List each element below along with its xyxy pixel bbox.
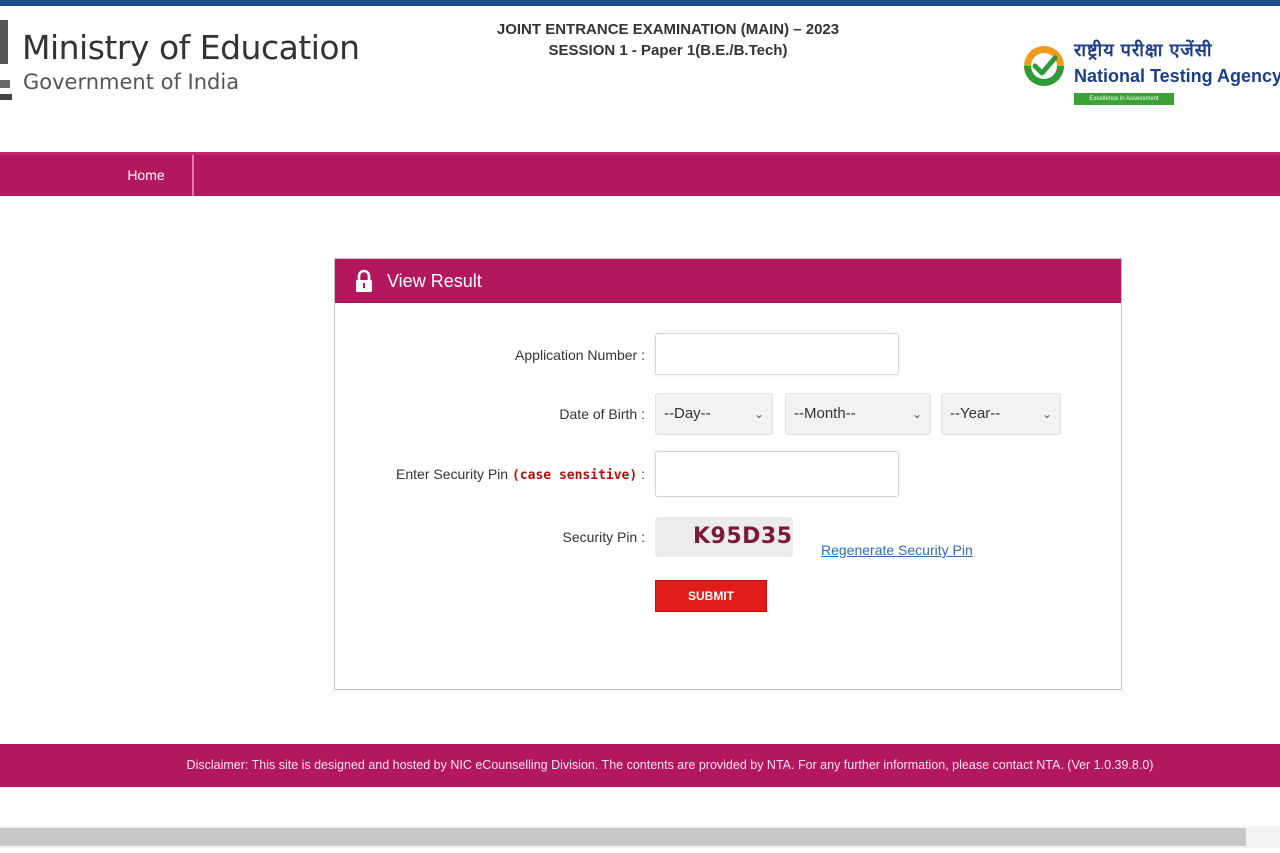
chevron-down-icon: ⌄ xyxy=(753,407,764,421)
nav-home-link[interactable]: Home xyxy=(100,155,194,196)
chevron-down-icon: ⌄ xyxy=(911,407,922,421)
horizontal-scrollbar[interactable] xyxy=(0,826,1280,848)
ministry-title: Ministry of Education xyxy=(22,28,360,67)
application-number-label: Application Number : xyxy=(515,347,645,363)
view-result-panel: View Result Application Number : Date of… xyxy=(334,258,1122,690)
captcha-image: K95D35 xyxy=(655,517,793,557)
security-pin-label: Security Pin : xyxy=(562,529,645,545)
dob-day-value: --Day-- xyxy=(664,405,711,422)
dob-year-select[interactable]: --Year-- ⌄ xyxy=(941,393,1061,435)
dob-year-value: --Year-- xyxy=(950,405,1001,422)
exam-title-line1: JOINT ENTRANCE EXAMINATION (MAIN) – 2023 xyxy=(496,21,840,38)
lock-icon xyxy=(356,269,372,292)
captcha-text: K95D35 xyxy=(693,524,793,549)
agency-name: National Testing Agency xyxy=(1074,66,1280,86)
national-emblem-icon xyxy=(0,20,12,100)
application-number-input[interactable] xyxy=(655,333,899,375)
nta-check-logo-icon xyxy=(1024,46,1064,86)
dob-day-select[interactable]: --Day-- ⌄ xyxy=(655,393,773,435)
exam-title-line2: SESSION 1 - Paper 1(B.E./B.Tech) xyxy=(548,42,788,59)
site-header: Ministry of Education Government of Indi… xyxy=(0,6,1280,152)
regenerate-security-pin-link[interactable]: Regenerate Security Pin xyxy=(821,542,973,558)
enter-pin-text: Enter Security Pin xyxy=(396,466,509,482)
ministry-subtitle: Government of India xyxy=(23,70,240,94)
enter-pin-colon: : xyxy=(641,466,645,482)
agency-name-hindi: राष्ट्रीय परीक्षा एजेंसी xyxy=(1074,40,1213,60)
enter-security-pin-label: Enter Security Pin (case sensitive) : xyxy=(396,466,645,483)
dob-label: Date of Birth : xyxy=(559,406,645,422)
dob-month-select[interactable]: --Month-- ⌄ xyxy=(785,393,931,435)
site-footer: Disclaimer: This site is designed and ho… xyxy=(0,744,1280,787)
panel-header: View Result xyxy=(335,259,1121,303)
agency-tagline: Excellence in Assessment xyxy=(1074,93,1174,105)
panel-title: View Result xyxy=(387,271,482,291)
footer-disclaimer: Disclaimer: This site is designed and ho… xyxy=(186,758,1154,772)
main-nav: Home xyxy=(0,152,1280,196)
dob-month-value: --Month-- xyxy=(794,405,856,422)
submit-button[interactable]: SUBMIT xyxy=(655,580,767,612)
scrollbar-thumb[interactable] xyxy=(0,828,1246,846)
case-sensitive-note: (case sensitive) xyxy=(511,468,638,483)
chevron-down-icon: ⌄ xyxy=(1041,407,1052,421)
exam-title: JOINT ENTRANCE EXAMINATION (MAIN) – 2023… xyxy=(440,19,896,61)
security-pin-input[interactable] xyxy=(655,451,899,497)
